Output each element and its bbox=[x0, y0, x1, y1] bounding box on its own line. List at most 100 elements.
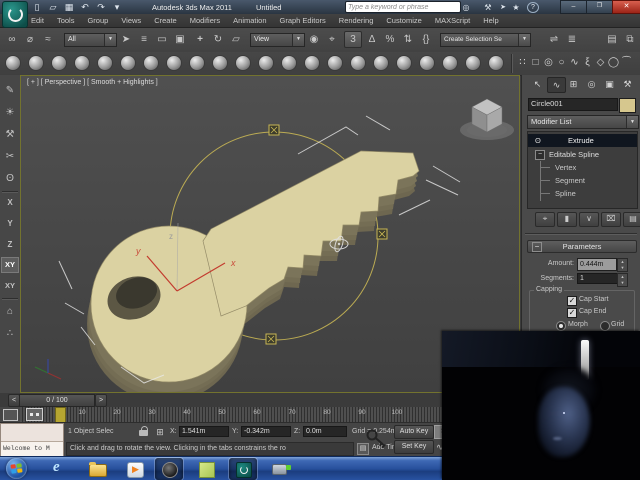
segments-field[interactable]: 1 bbox=[577, 273, 619, 284]
parameters-rollout-header[interactable]: − Parameters bbox=[527, 240, 637, 253]
bulb-icon[interactable]: ʘ bbox=[1, 171, 19, 187]
menu-tools[interactable]: Tools bbox=[57, 16, 75, 25]
primitive-icon[interactable] bbox=[29, 56, 43, 70]
pin-stack-button[interactable]: ⌖ bbox=[535, 212, 555, 227]
primitive-icon[interactable] bbox=[282, 56, 296, 70]
shape-helix-icon[interactable]: ξ bbox=[581, 56, 594, 70]
menu-modifiers[interactable]: Modifiers bbox=[190, 16, 220, 25]
layer-manager-icon[interactable]: ▤ bbox=[604, 32, 620, 48]
primitive-icon[interactable] bbox=[52, 56, 66, 70]
dots-icon[interactable]: ∴ bbox=[1, 326, 19, 342]
favorites-pointer-icon[interactable]: ➤ bbox=[496, 2, 510, 13]
frame-indicator[interactable]: 0 / 100 bbox=[19, 394, 95, 407]
constraint-xy-button[interactable]: XY bbox=[1, 257, 19, 273]
tab-create[interactable]: ↖ bbox=[529, 77, 546, 91]
redo-icon[interactable]: ↷ bbox=[94, 2, 108, 13]
select-and-link-icon[interactable]: ∞ bbox=[4, 32, 20, 48]
menu-create[interactable]: Create bbox=[154, 16, 177, 25]
menu-edit[interactable]: Edit bbox=[31, 16, 44, 25]
shape-donut-icon[interactable]: ◎ bbox=[542, 56, 555, 70]
amount-field[interactable]: 0.444m bbox=[577, 258, 617, 271]
primitive-icon[interactable] bbox=[305, 56, 319, 70]
tab-utilities[interactable]: ⚒ bbox=[619, 77, 636, 91]
help-icon[interactable]: ? bbox=[527, 2, 539, 13]
mirror-icon[interactable]: ⇌ bbox=[546, 32, 562, 48]
bulb-on-icon[interactable]: ʘ bbox=[535, 134, 541, 147]
primitive-icon[interactable] bbox=[167, 56, 181, 70]
percent-snap-icon[interactable]: % bbox=[382, 32, 398, 48]
primitive-icon[interactable] bbox=[397, 56, 411, 70]
use-pivot-center-icon[interactable]: ◉ bbox=[306, 32, 322, 48]
selection-lock-icon[interactable] bbox=[139, 426, 149, 437]
segments-spinner[interactable]: ▲ ▼ bbox=[617, 273, 628, 287]
shape-dots-icon[interactable]: ∷ bbox=[516, 56, 529, 70]
tab-motion[interactable]: ◎ bbox=[583, 77, 600, 91]
primitive-icon[interactable] bbox=[144, 56, 158, 70]
menu-maxscript[interactable]: MAXScript bbox=[435, 16, 470, 25]
primitive-icon[interactable] bbox=[236, 56, 250, 70]
modifier-list-arrow-icon[interactable]: ▼ bbox=[626, 116, 638, 128]
align-icon[interactable]: ≣ bbox=[564, 32, 580, 48]
primitive-icon[interactable] bbox=[443, 56, 457, 70]
time-slider-handle[interactable] bbox=[55, 407, 66, 423]
menu-group[interactable]: Group bbox=[87, 16, 108, 25]
morph-label[interactable]: Morph bbox=[568, 321, 588, 328]
cap-end-checkbox[interactable]: ✓ bbox=[567, 308, 577, 318]
auto-key-button[interactable]: Auto Key bbox=[394, 425, 434, 439]
configure-modifier-sets-button[interactable]: ▤ bbox=[623, 212, 640, 227]
bind-to-space-warp-icon[interactable]: ≈ bbox=[40, 32, 56, 48]
search-icon[interactable]: ◎ bbox=[459, 2, 473, 13]
object-name-field[interactable]: Circle001 bbox=[528, 98, 618, 111]
stack-subitem-vertex[interactable]: Vertex bbox=[528, 161, 637, 174]
select-and-scale-icon[interactable]: ▱ bbox=[228, 32, 244, 48]
open-file-icon[interactable]: ▱ bbox=[46, 2, 60, 13]
select-and-manipulate-icon[interactable]: ⌖ bbox=[324, 32, 340, 48]
shape-ngon-icon[interactable]: ◇ bbox=[594, 56, 607, 70]
undo-icon[interactable]: ↶ bbox=[78, 2, 92, 13]
building-icon[interactable]: ⌂ bbox=[1, 304, 19, 320]
welcome-window-fragment[interactable]: Welcome to M bbox=[0, 423, 64, 456]
reference-coordinate-arrow-icon[interactable]: ▼ bbox=[292, 34, 304, 46]
welcome-window-titlebar[interactable]: Welcome to M bbox=[1, 441, 63, 456]
taskbar-media-player[interactable]: ▶ bbox=[121, 458, 149, 480]
primitive-icon[interactable] bbox=[328, 56, 342, 70]
snaps-toggle-icon[interactable]: 3 bbox=[344, 31, 362, 48]
project-toolbar-icon[interactable]: ▾ bbox=[110, 2, 124, 13]
taskbar-3dsmax-app[interactable] bbox=[229, 458, 257, 480]
save-file-icon[interactable]: ▦ bbox=[62, 2, 76, 13]
rollout-collapse-icon[interactable]: − bbox=[532, 242, 542, 252]
named-selection-sets-dropdown[interactable]: Create Selection Se ▼ bbox=[440, 33, 531, 47]
taskbar-internet-explorer[interactable]: e bbox=[46, 458, 74, 480]
coord-z-field[interactable]: 0.0m bbox=[303, 426, 347, 437]
spinner-snap-icon[interactable]: ⇅ bbox=[400, 32, 416, 48]
stack-item-extrude[interactable]: ʘ Extrude bbox=[528, 134, 637, 147]
primitive-icon[interactable] bbox=[6, 56, 20, 70]
favorites-star-icon[interactable]: ★ bbox=[509, 2, 523, 13]
rectangular-selection-region-icon[interactable]: ▭ bbox=[154, 32, 170, 48]
primitive-icon[interactable] bbox=[213, 56, 227, 70]
window-crossing-icon[interactable]: ▣ bbox=[172, 32, 188, 48]
menu-graph-editors[interactable]: Graph Editors bbox=[280, 16, 326, 25]
set-key-button[interactable]: Set Key bbox=[394, 440, 434, 454]
tab-modify[interactable]: ∿ bbox=[547, 77, 566, 93]
tab-display[interactable]: ▣ bbox=[601, 77, 618, 91]
primitive-icon[interactable] bbox=[466, 56, 480, 70]
unlink-selection-icon[interactable]: ⌀ bbox=[22, 32, 38, 48]
taskbar-notes-app[interactable] bbox=[192, 458, 220, 480]
stack-subitem-segment[interactable]: Segment bbox=[528, 174, 637, 187]
primitive-icon[interactable] bbox=[75, 56, 89, 70]
select-by-name-icon[interactable]: ≡ bbox=[136, 32, 152, 48]
remove-modifier-button[interactable]: ⌧ bbox=[601, 212, 621, 227]
search-input[interactable] bbox=[345, 1, 461, 13]
primitive-icon[interactable] bbox=[190, 56, 204, 70]
tab-hierarchy[interactable]: ⊞ bbox=[565, 77, 582, 91]
primitive-icon[interactable] bbox=[374, 56, 388, 70]
coord-y-field[interactable]: -0.342m bbox=[241, 426, 291, 437]
angle-snap-icon[interactable]: Δ bbox=[364, 32, 380, 48]
cap-start-checkbox[interactable]: ✓ bbox=[567, 296, 577, 306]
set-keys-key-icon[interactable] bbox=[366, 427, 390, 453]
morph-radio[interactable] bbox=[556, 321, 566, 331]
primitive-icon[interactable] bbox=[489, 56, 503, 70]
modifier-list-dropdown[interactable]: Modifier List ▼ bbox=[527, 115, 639, 129]
amount-spinner[interactable]: ▲ ▼ bbox=[617, 258, 628, 272]
